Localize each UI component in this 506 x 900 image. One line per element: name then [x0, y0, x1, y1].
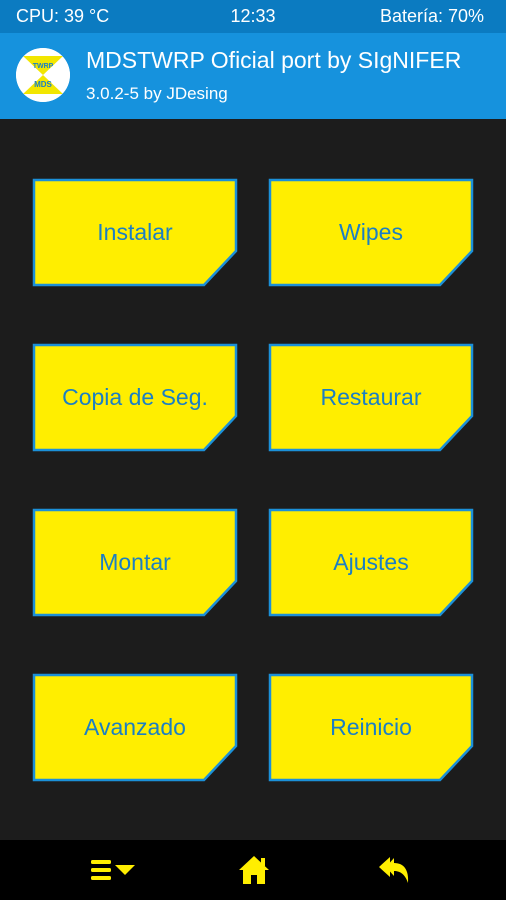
back-button[interactable]	[378, 854, 410, 886]
mount-button[interactable]: Montar	[32, 508, 238, 617]
back-reply-icon	[379, 857, 409, 883]
restore-label: Restaurar	[320, 384, 422, 410]
restore-button[interactable]: Restaurar	[268, 343, 474, 452]
wipes-button[interactable]: Wipes	[268, 178, 474, 287]
settings-label: Ajustes	[333, 549, 409, 575]
advanced-button[interactable]: Avanzado	[32, 673, 238, 782]
battery-level: Batería: 70%	[379, 6, 484, 26]
home-icon	[239, 856, 269, 884]
reboot-button[interactable]: Reinicio	[268, 673, 474, 782]
reboot-label: Reinicio	[330, 714, 412, 740]
logo-bottom-text: MDS	[34, 80, 52, 89]
install-label: Instalar	[97, 219, 173, 245]
logo-top-text: TWRP	[33, 63, 54, 70]
advanced-label: Avanzado	[84, 714, 186, 740]
mount-label: Montar	[99, 549, 171, 575]
install-button[interactable]: Instalar	[32, 178, 238, 287]
app-header: TWRP MDS MDSTWRP Oficial port by SIgNIFE…	[0, 33, 506, 119]
settings-button[interactable]: Ajustes	[268, 508, 474, 617]
app-title: MDSTWRP Oficial port by SIgNIFER	[86, 47, 462, 73]
bottom-nav-bar	[0, 840, 506, 900]
app-logo: TWRP MDS	[16, 48, 70, 102]
app-version: 3.0.2-5 by JDesing	[86, 84, 228, 103]
home-button[interactable]	[238, 854, 270, 886]
wipes-label: Wipes	[339, 219, 403, 245]
status-bar: CPU: 39 °C 12:33 Batería: 70%	[0, 0, 506, 33]
menu-dropdown-icon	[91, 860, 135, 880]
backup-label: Copia de Seg.	[62, 384, 208, 410]
menu-dropdown-button[interactable]	[89, 854, 137, 886]
twrp-main-screen: CPU: 39 °C 12:33 Batería: 70% TWRP MDS M…	[0, 0, 506, 900]
backup-button[interactable]: Copia de Seg.	[32, 343, 238, 452]
